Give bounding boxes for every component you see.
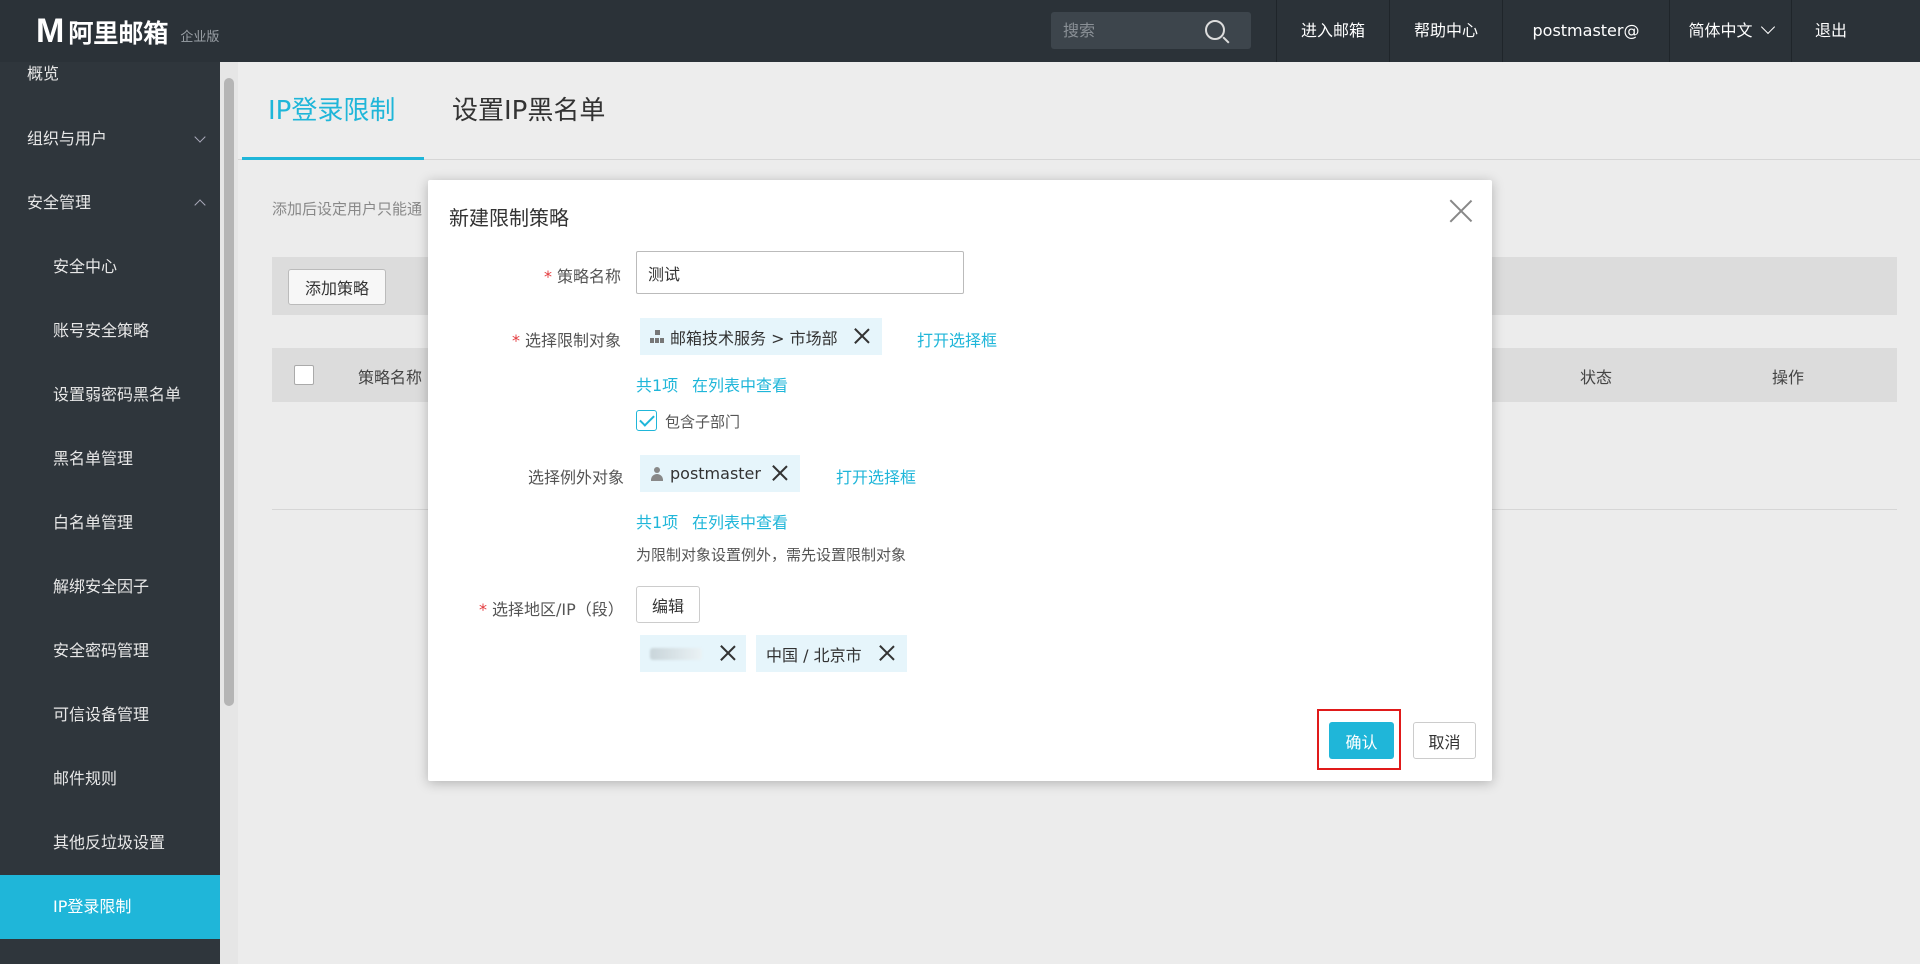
ip-chip [640, 635, 746, 672]
remove-exception-icon[interactable] [772, 465, 788, 481]
region-label: * 选择地区/IP（段） [479, 596, 624, 620]
region-chip-label: 中国 / 北京市 [766, 645, 862, 665]
target-chip-label: 邮箱技术服务 > 市场部 [670, 328, 838, 348]
include-sub-checkbox[interactable] [636, 410, 657, 431]
remove-target-icon[interactable] [854, 328, 870, 344]
exception-hint: 为限制对象设置例外，需先设置限制对象 [636, 546, 907, 564]
required-mark: * [479, 600, 487, 619]
remove-ip-icon[interactable] [720, 645, 736, 661]
required-mark: * [512, 331, 520, 350]
target-label-text: 选择限制对象 [525, 331, 622, 350]
target-chip: 邮箱技术服务 > 市场部 [640, 318, 882, 355]
region-chip: 中国 / 北京市 [756, 635, 907, 672]
policy-name-label: * 策略名称 [544, 263, 621, 287]
close-icon[interactable] [1448, 198, 1474, 224]
policy-name-label-text: 策略名称 [557, 267, 622, 286]
target-label: * 选择限制对象 [512, 327, 621, 351]
edit-region-button[interactable]: 编辑 [636, 586, 701, 623]
view-exceptions-link[interactable]: 在列表中查看 [692, 509, 788, 533]
target-count: 共1项 [636, 376, 679, 395]
include-sub-label: 包含子部门 [665, 413, 741, 431]
exception-chip: postmaster [640, 455, 800, 492]
user-icon [650, 466, 664, 481]
cancel-button[interactable]: 取消 [1413, 722, 1476, 759]
view-targets-link[interactable]: 在列表中查看 [692, 372, 788, 396]
exception-count: 共1项 [636, 513, 679, 532]
open-exception-selector-link[interactable]: 打开选择框 [836, 464, 916, 488]
required-mark: * [544, 267, 552, 286]
new-policy-dialog: 新建限制策略 *策略名称 *选择限制对象 邮箱技术服务 > 市场部 打开选择框 … [428, 180, 1492, 781]
org-icon [650, 329, 664, 344]
open-target-selector-link[interactable]: 打开选择框 [917, 327, 997, 351]
remove-region-icon[interactable] [879, 645, 895, 661]
policy-name-input[interactable] [636, 251, 964, 294]
confirm-button[interactable]: 确认 [1329, 722, 1394, 759]
exception-label: 选择例外对象 [528, 468, 625, 487]
dialog-title: 新建限制策略 [449, 206, 569, 230]
exception-chip-label: postmaster [670, 464, 761, 483]
redacted-ip [650, 647, 702, 660]
region-label-text: 选择地区/IP（段） [492, 600, 624, 619]
